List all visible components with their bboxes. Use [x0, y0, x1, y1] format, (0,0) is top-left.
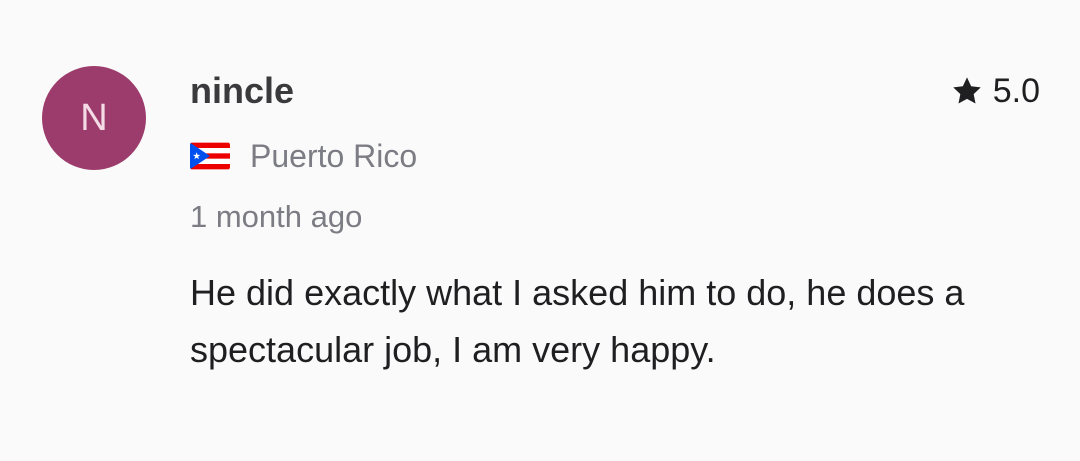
puerto-rico-flag-icon [190, 142, 230, 170]
review-text: He did exactly what I asked him to do, h… [190, 272, 965, 370]
reviewer-name[interactable]: nincle [190, 66, 1040, 116]
rating-value: 5.0 [992, 71, 1040, 110]
country-name: Puerto Rico [250, 137, 418, 174]
rating: 5.0 [951, 66, 1040, 116]
avatar[interactable]: N [42, 66, 146, 170]
avatar-initial: N [80, 96, 108, 139]
reviewer-country: Puerto Rico [190, 131, 1040, 181]
star-icon [953, 77, 981, 104]
review-card: N nincle 5.0 Puerto Rico 1 month ago He … [0, 0, 1080, 461]
review-content: nincle 5.0 Puerto Rico 1 month ago He di… [190, 66, 1040, 378]
review-time: 1 month ago [190, 199, 363, 234]
